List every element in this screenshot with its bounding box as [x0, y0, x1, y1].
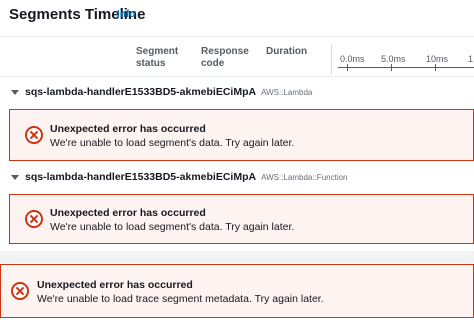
- column-header-response-code: Response code: [201, 46, 249, 69]
- alert-message: We're unable to load trace segment metad…: [37, 293, 324, 305]
- error-icon: [25, 210, 43, 228]
- section-separator: [0, 251, 474, 263]
- error-icon: [11, 282, 29, 300]
- axis-tick-label: 5.0ms: [381, 54, 406, 64]
- segment-type: AWS::Lambda::Function: [261, 173, 348, 182]
- segments-timeline-header: Segments Timeline Info: [0, 0, 474, 36]
- segment-name: sqs-lambda-handlerE1533BD5-akmebiECiMpA A…: [25, 171, 348, 183]
- alert-message: We're unable to load segment's data. Try…: [50, 221, 295, 233]
- segment-type: AWS::Lambda: [261, 88, 313, 97]
- timeline-axis: 0.0ms 5.0ms 10ms 1: [336, 54, 474, 74]
- segment-name-text: sqs-lambda-handlerE1533BD5-akmebiECiMpA: [25, 86, 257, 98]
- table-header-divider: [0, 76, 474, 77]
- alert-title: Unexpected error has occurred: [37, 279, 193, 291]
- error-icon: [25, 126, 43, 144]
- column-header-duration: Duration: [266, 46, 308, 57]
- column-divider: [331, 44, 332, 74]
- segment-error-alert: Unexpected error has occurred We're unab…: [9, 194, 474, 244]
- segment-error-alert: Unexpected error has occurred We're unab…: [9, 109, 474, 161]
- column-header-segment-status: Segment status: [136, 46, 179, 69]
- caret-down-icon[interactable]: [11, 174, 19, 180]
- segment-name-text: sqs-lambda-handlerE1533BD5-akmebiECiMpA: [25, 171, 257, 183]
- axis-tick-label: 0.0ms: [340, 54, 365, 64]
- trace-metadata-error-alert: Unexpected error has occurred We're unab…: [0, 264, 474, 318]
- caret-down-icon[interactable]: [11, 89, 19, 95]
- alert-message: We're unable to load segment's data. Try…: [50, 137, 295, 149]
- header-divider: [0, 36, 474, 37]
- segment-row[interactable]: sqs-lambda-handlerE1533BD5-akmebiECiMpA A…: [0, 167, 474, 187]
- axis-line: [338, 67, 474, 68]
- axis-tick: [435, 64, 436, 71]
- segment-name: sqs-lambda-handlerE1533BD5-akmebiECiMpA A…: [25, 86, 312, 98]
- info-link[interactable]: Info: [117, 9, 135, 20]
- axis-tick: [391, 64, 392, 71]
- alert-title: Unexpected error has occurred: [50, 207, 206, 219]
- segment-row[interactable]: sqs-lambda-handlerE1533BD5-akmebiECiMpA A…: [0, 82, 474, 102]
- alert-title: Unexpected error has occurred: [50, 123, 206, 135]
- axis-tick-label: 10ms: [426, 54, 449, 64]
- axis-tick: [347, 64, 348, 71]
- axis-tick-label: 1: [468, 54, 474, 64]
